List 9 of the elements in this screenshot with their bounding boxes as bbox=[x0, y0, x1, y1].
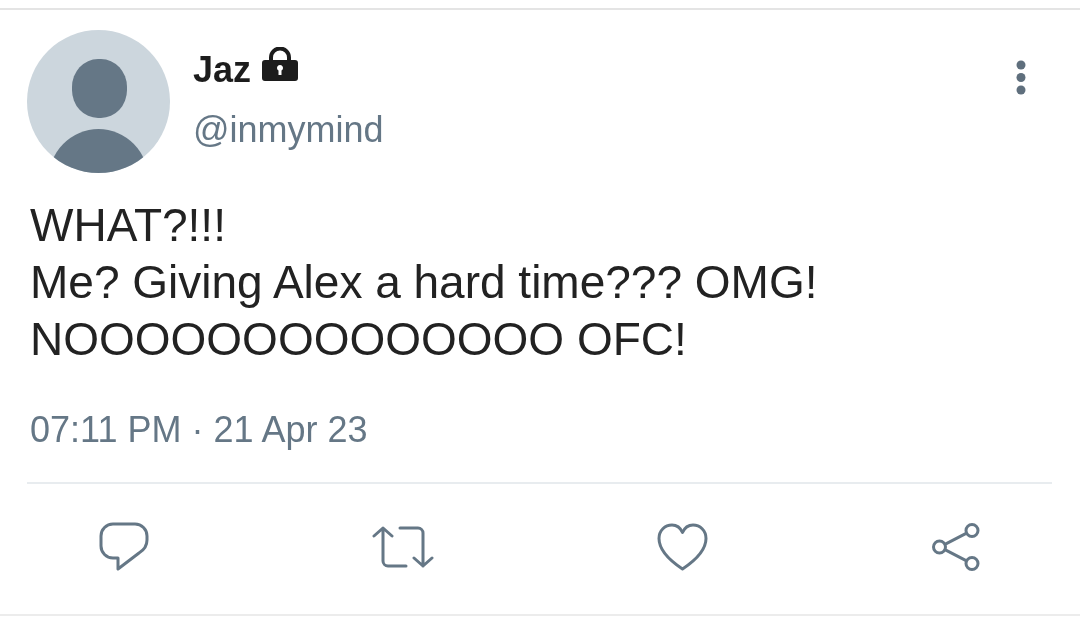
author-handle: @inmymind bbox=[193, 108, 384, 152]
author-name: Jaz bbox=[193, 48, 252, 92]
heart-icon[interactable] bbox=[657, 523, 708, 572]
speech-bubble-icon[interactable] bbox=[99, 522, 149, 573]
timestamp-text: 07:11 PM · 21 Apr 23 bbox=[30, 408, 368, 452]
three-dots-icon[interactable] bbox=[1016, 60, 1026, 95]
share-icon[interactable] bbox=[931, 522, 981, 573]
tweet-text: WHAT?!!! Me? Giving Alex a hard time??? OMG! NOOOOOOOOOOOOOO OFC! bbox=[30, 198, 818, 367]
repeat-arrows-icon[interactable] bbox=[372, 525, 434, 570]
